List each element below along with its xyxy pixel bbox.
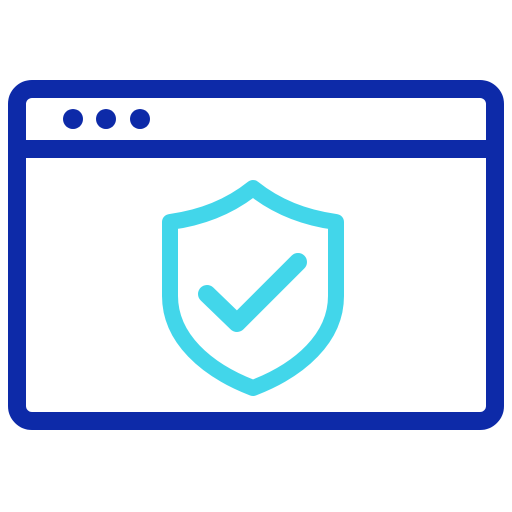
window-dot-icon bbox=[63, 109, 83, 129]
icon-canvas bbox=[0, 0, 512, 512]
window-dot-icon bbox=[130, 109, 150, 129]
browser-window-icon bbox=[8, 80, 504, 430]
window-dot-icon bbox=[96, 109, 116, 129]
secure-browser-window-icon bbox=[8, 80, 504, 430]
shield-check-icon bbox=[162, 180, 344, 396]
shield-outline bbox=[162, 180, 344, 396]
check-mark-icon bbox=[198, 253, 307, 332]
browser-window-frame bbox=[8, 80, 504, 430]
window-controls bbox=[63, 109, 150, 129]
